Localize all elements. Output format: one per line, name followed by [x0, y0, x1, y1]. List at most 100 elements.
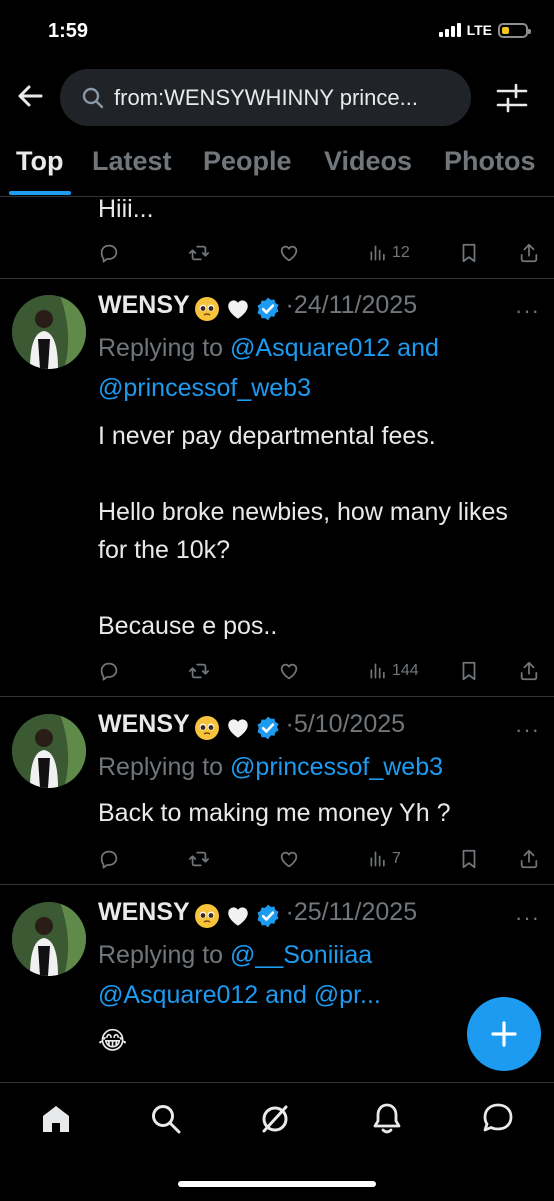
grok-icon[interactable]: [259, 1103, 291, 1135]
views-icon: [368, 243, 388, 263]
verified-badge-icon: [255, 903, 281, 929]
share-icon: [518, 848, 540, 870]
tweet-header: WENSY ·5/10/2025: [98, 710, 405, 741]
share-button[interactable]: [518, 844, 540, 874]
home-indicator: [178, 1181, 376, 1187]
tweet-date[interactable]: 24/11/2025: [294, 291, 417, 319]
like-button[interactable]: [278, 238, 300, 268]
replying-to: Replying to @princessof_web3: [98, 747, 443, 787]
views-icon: [368, 849, 388, 869]
avatar[interactable]: [12, 295, 86, 369]
display-name[interactable]: WENSY: [98, 710, 190, 738]
share-icon: [518, 242, 540, 264]
plus-icon: [491, 1021, 517, 1047]
views-count: 12: [392, 244, 410, 261]
reply-button[interactable]: [98, 844, 120, 874]
white-heart-icon: [225, 715, 251, 741]
home-icon[interactable]: [40, 1103, 72, 1135]
messages-icon[interactable]: [481, 1101, 515, 1135]
tweet-header: WENSY ·25/11/2025: [98, 898, 417, 929]
share-button[interactable]: [518, 656, 540, 686]
pleading-face-icon: [194, 715, 220, 741]
replying-prefix: Replying to: [98, 753, 224, 781]
divider: [0, 696, 554, 697]
tweet-text: Hiii...: [98, 195, 154, 223]
more-options-icon[interactable]: ···: [515, 298, 540, 324]
search-query: from:WENSYWHINNY prince...: [114, 84, 418, 110]
status-time: 1:59: [48, 20, 89, 42]
reply-button[interactable]: [98, 238, 120, 268]
like-button[interactable]: [278, 656, 300, 686]
status-indicators: LTE: [438, 22, 531, 38]
replying-prefix: Replying to: [98, 941, 224, 969]
bookmark-button[interactable]: [458, 656, 480, 686]
white-heart-icon: [225, 903, 251, 929]
tab-videos[interactable]: Videos: [324, 146, 412, 177]
separator-dot: ·: [285, 710, 294, 738]
display-name[interactable]: WENSY: [98, 898, 190, 926]
mention-link[interactable]: @__Soniiiaa: [230, 941, 372, 969]
separator-dot: ·: [285, 898, 294, 926]
divider: [0, 884, 554, 885]
tweet-actions: 7: [98, 844, 538, 874]
bookmark-icon: [458, 848, 480, 870]
replying-to: Replying to @Asquare012 and: [98, 328, 439, 368]
tab-photos[interactable]: Photos: [444, 146, 536, 177]
like-icon: [278, 660, 300, 682]
tweet-header: WENSY ·24/11/2025: [98, 291, 417, 322]
avatar[interactable]: [12, 902, 86, 976]
reply-icon: [98, 242, 120, 264]
avatar-image: [12, 902, 86, 976]
search-input[interactable]: from:WENSYWHINNY prince...: [60, 69, 471, 126]
more-options-icon[interactable]: ···: [515, 717, 540, 743]
like-icon: [278, 848, 300, 870]
filter-sliders-icon[interactable]: [494, 80, 530, 116]
more-options-icon[interactable]: ···: [515, 905, 540, 931]
mention-link[interactable]: @Asquare012 and: [230, 334, 439, 362]
tab-latest[interactable]: Latest: [92, 146, 172, 177]
views-button[interactable]: 144: [368, 656, 419, 686]
bookmark-button[interactable]: [458, 238, 480, 268]
reply-icon: [98, 848, 120, 870]
mention-link[interactable]: @princessof_web3: [98, 368, 311, 408]
mention-link[interactable]: @Asquare012 and @pr...: [98, 975, 381, 1015]
search-tabs: Top Latest People Videos Photos: [0, 140, 554, 197]
pleading-face-icon: [194, 903, 220, 929]
tweet-date[interactable]: 5/10/2025: [294, 710, 405, 738]
display-name[interactable]: WENSY: [98, 291, 190, 319]
avatar[interactable]: [12, 714, 86, 788]
like-button[interactable]: [278, 844, 300, 874]
bookmark-button[interactable]: [458, 844, 480, 874]
search-nav-icon[interactable]: [150, 1103, 182, 1135]
retweet-button[interactable]: [188, 844, 210, 874]
tweet-actions: 144: [98, 656, 538, 686]
separator-dot: ·: [285, 291, 294, 319]
tab-top[interactable]: Top: [16, 146, 63, 177]
signal-icon: [438, 23, 461, 37]
reply-button[interactable]: [98, 656, 120, 686]
notifications-bell-icon[interactable]: [371, 1101, 403, 1135]
back-arrow-icon[interactable]: [14, 80, 46, 112]
tweet-date[interactable]: 25/11/2025: [294, 898, 417, 926]
replying-prefix: Replying to: [98, 334, 224, 362]
views-count: 144: [392, 662, 419, 679]
retweet-icon: [188, 242, 210, 264]
search-icon: [82, 87, 104, 108]
reply-icon: [98, 660, 120, 682]
bookmark-icon: [458, 242, 480, 264]
tab-people[interactable]: People: [203, 146, 292, 177]
retweet-button[interactable]: [188, 656, 210, 686]
bookmark-icon: [458, 660, 480, 682]
views-button[interactable]: 12: [368, 238, 410, 268]
tweet-text: I never pay departmental fees. Hello bro…: [98, 422, 508, 640]
pleading-face-icon: [194, 296, 220, 322]
share-icon: [518, 660, 540, 682]
network-label: LTE: [466, 22, 492, 38]
verified-badge-icon: [255, 715, 281, 741]
like-icon: [278, 242, 300, 264]
retweet-button[interactable]: [188, 238, 210, 268]
views-button[interactable]: 7: [368, 844, 401, 874]
share-button[interactable]: [518, 238, 540, 268]
compose-button[interactable]: [467, 997, 541, 1071]
mention-link[interactable]: @princessof_web3: [230, 753, 443, 781]
